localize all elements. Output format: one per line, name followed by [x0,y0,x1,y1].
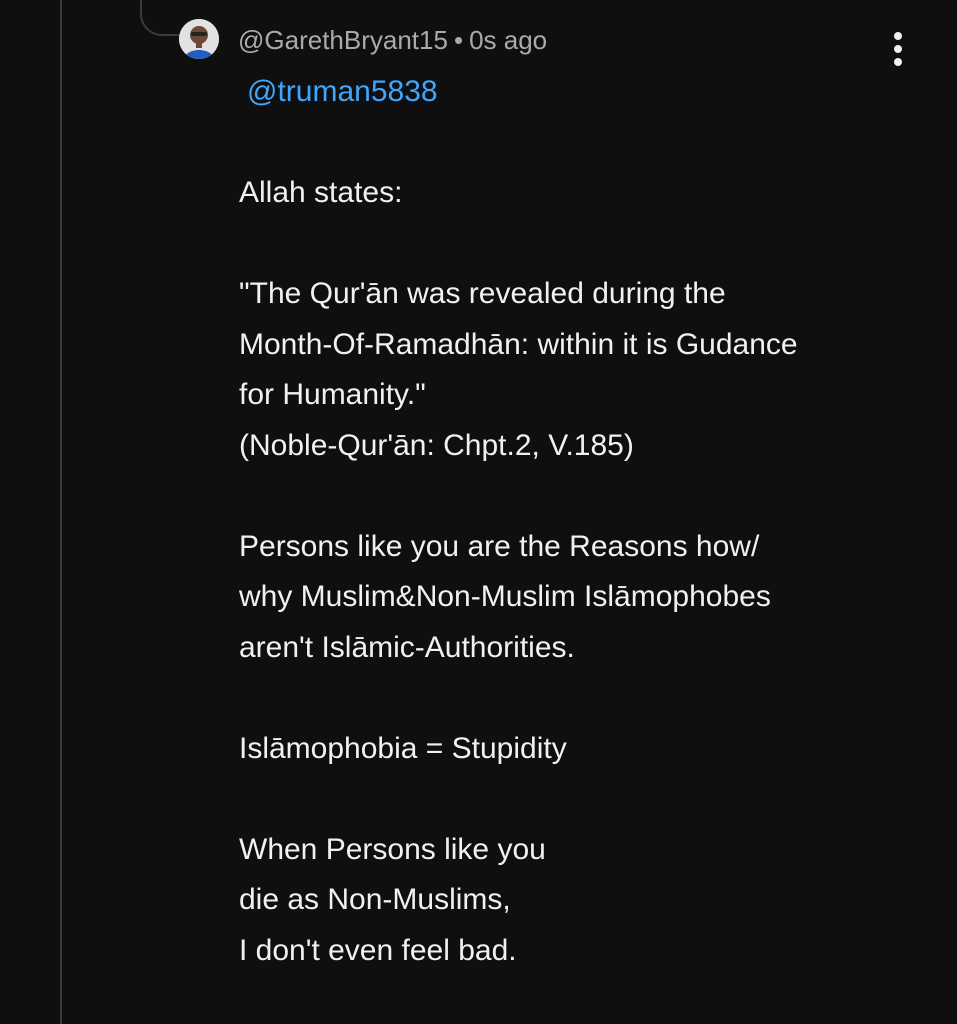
comment-paragraph: Islāmophobia = Stupidity [239,731,567,765]
comment-paragraph: Allah states: [239,176,403,209]
avatar-image [179,19,219,59]
comment-paragraph [239,219,939,270]
mention-link[interactable]: @truman5838 [247,67,438,118]
comment-paragraph: Persons like you are the Reasons how/ wh… [239,529,771,664]
kebab-dot [894,45,902,53]
avatar[interactable] [179,19,219,59]
comment-paragraph: "The Qur'ān was revealed during the Mont… [239,277,798,462]
reply-connector-line [140,0,180,36]
comment-paragraph [239,774,939,825]
more-actions-kebab-menu-icon[interactable] [886,32,910,66]
kebab-dot [894,58,902,66]
comment-header: @GarethBryant15 • 0s ago [238,22,547,58]
comment-paragraph [239,673,939,724]
kebab-dot [894,32,902,40]
comment-paragraph [239,118,939,169]
meta-separator: • [453,25,464,55]
comment-body: @truman5838 Allah states: "The Qur'ān wa… [239,67,939,976]
comment-paragraph: When Persons like you die as Non-Muslims… [239,832,546,967]
thread-line [60,0,62,1024]
author-handle[interactable]: @GarethBryant15 [238,25,448,55]
comment-paragraph [239,471,939,522]
comment-timestamp[interactable]: 0s ago [469,25,547,55]
